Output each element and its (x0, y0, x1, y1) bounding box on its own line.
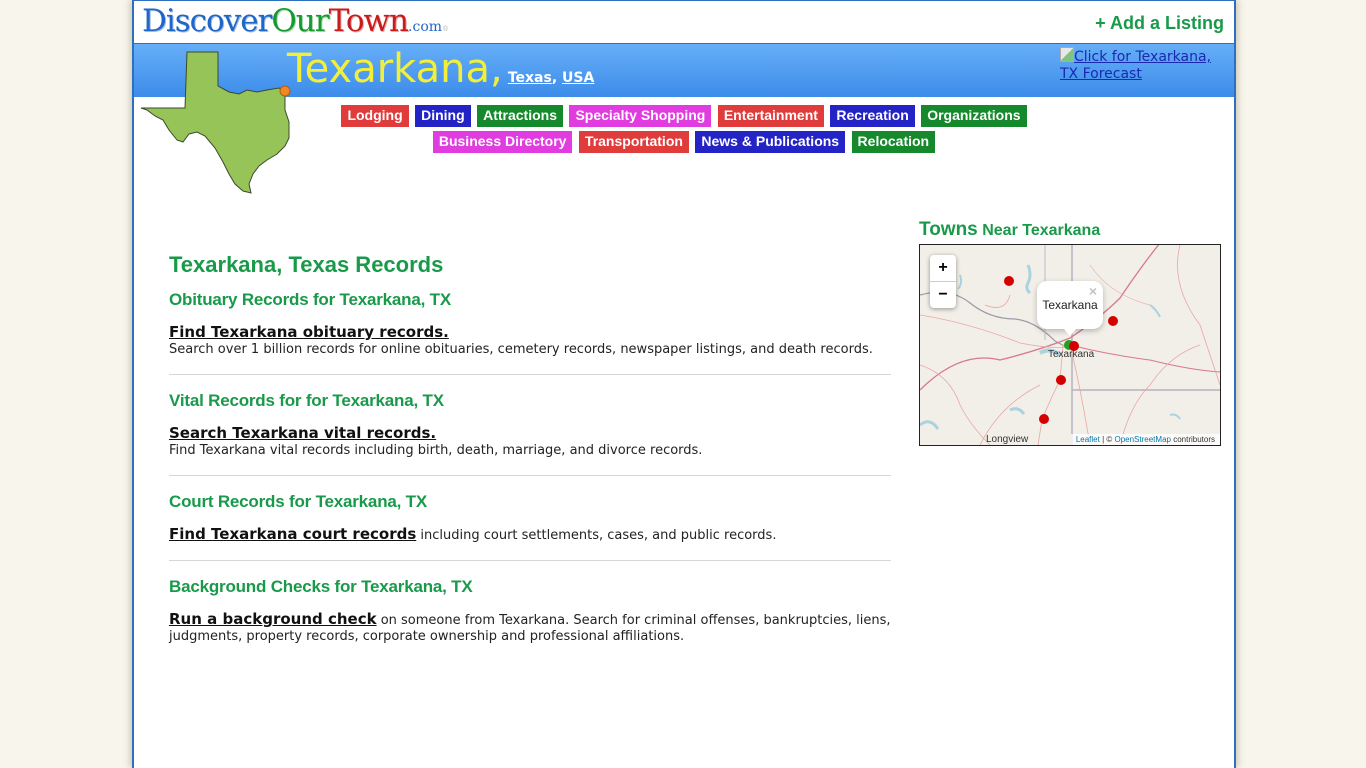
nav-business-directory[interactable]: Business Directory (432, 131, 573, 153)
nav-attractions[interactable]: Attractions (477, 105, 563, 127)
texas-outline (140, 51, 290, 194)
map-road (1177, 245, 1220, 386)
page-container: DiscoverOurTown.com® + Add a Listing Tex… (132, 0, 1236, 768)
records-section-obituary: Obituary Records for Texarkana, TX Find … (169, 290, 891, 374)
logo-our: Our (271, 3, 329, 39)
city-title: Texarkana, Texas, USA (287, 46, 595, 92)
court-records-link[interactable]: Find Texarkana court records (169, 525, 416, 543)
section-description: including court settlements, cases, and … (416, 528, 777, 543)
section-heading: Obituary Records for Texarkana, TX (169, 290, 451, 309)
page-title: Texarkana, Texas Records (169, 252, 444, 277)
attribution-tail: contributors (1170, 435, 1215, 444)
zoom-in-button[interactable]: + (930, 255, 956, 281)
map-lake (1025, 264, 1032, 295)
town-marker[interactable] (1039, 414, 1049, 424)
section-heading: Court Records for Texarkana, TX (169, 492, 427, 511)
nearby-towns-map[interactable]: + − × Texarkana Texarkana Longview Leafl… (919, 244, 1221, 446)
map-lake (1009, 407, 1026, 415)
map-road (920, 364, 991, 445)
texas-state-map (140, 51, 291, 194)
nearby-towns-panel: Towns Near Texarkana + − × Texarkana Tex… (919, 218, 1221, 446)
map-road (1069, 344, 1091, 445)
heading-near: Near Texarkana (977, 222, 1101, 239)
nav-lodging[interactable]: Lodging (341, 105, 409, 127)
country-link[interactable]: USA (562, 70, 594, 86)
nav-relocation[interactable]: Relocation (851, 131, 936, 153)
state-link[interactable]: Texas (508, 70, 552, 86)
nav-transportation[interactable]: Transportation (578, 131, 689, 153)
category-nav: Lodging Dining Attractions Specialty Sho… (334, 105, 1034, 157)
top-bar: DiscoverOurTown.com® + Add a Listing (134, 0, 1234, 44)
forecast-link[interactable]: Click for Texarkana, TX Forecast (1060, 47, 1212, 82)
records-content: Texarkana, Texas Records Obituary Record… (169, 252, 891, 661)
map-lake (920, 420, 940, 430)
obituary-records-link[interactable]: Find Texarkana obituary records. (169, 323, 449, 341)
map-attribution: Leaflet | © OpenStreetMap contributors (1070, 434, 1220, 445)
nav-row-2: Business Directory Transportation News &… (334, 131, 1034, 153)
nearby-towns-heading: Towns Near Texarkana (919, 218, 1221, 241)
forecast-widget[interactable]: Click for Texarkana, TX Forecast (1060, 47, 1230, 83)
map-road (1119, 344, 1201, 445)
map-lake (1169, 413, 1181, 420)
nav-specialty-shopping[interactable]: Specialty Shopping (569, 105, 712, 127)
heading-towns: Towns (919, 219, 978, 240)
records-section-vital: Vital Records for for Texarkana, TX Sear… (169, 374, 891, 475)
osm-link[interactable]: OpenStreetMap (1114, 435, 1170, 444)
map-road (984, 294, 1011, 308)
attribution-separator: | © (1099, 435, 1115, 444)
logo-com: .com (408, 19, 443, 35)
city-comma: , (490, 46, 503, 92)
section-description: Find Texarkana vital records including b… (169, 443, 703, 458)
leaflet-link[interactable]: Leaflet (1076, 435, 1100, 444)
map-lake (957, 274, 963, 290)
add-listing-link[interactable]: + Add a Listing (1095, 13, 1224, 34)
forecast-link-text: Click for Texarkana, TX Forecast (1060, 49, 1212, 82)
map-lake (1149, 304, 1161, 318)
logo-town: Town (328, 3, 409, 39)
background-check-link[interactable]: Run a background check (169, 610, 377, 628)
records-section-court: Court Records for Texarkana, TX Find Tex… (169, 475, 891, 560)
town-marker[interactable] (1056, 375, 1066, 385)
nav-dining[interactable]: Dining (415, 105, 471, 127)
records-section-background: Background Checks for Texarkana, TX Run … (169, 560, 891, 661)
map-city-label: Texarkana (1048, 349, 1095, 360)
nav-organizations[interactable]: Organizations (921, 105, 1027, 127)
town-marker[interactable] (1108, 316, 1118, 326)
site-logo[interactable]: DiscoverOurTown.com® (142, 3, 449, 39)
popup-close-icon[interactable]: × (1089, 283, 1097, 299)
logo-discover: Discover (142, 3, 272, 39)
section-description: Search over 1 billion records for online… (169, 342, 873, 357)
nav-news-publications[interactable]: News & Publications (695, 131, 846, 153)
town-marker[interactable] (1004, 276, 1014, 286)
section-heading: Background Checks for Texarkana, TX (169, 577, 473, 596)
city-name: Texarkana (287, 46, 491, 92)
map-road (1037, 344, 1064, 445)
popup-text: Texarkana (1042, 298, 1098, 312)
map-tiles[interactable] (920, 245, 1220, 445)
city-location-dot (279, 85, 291, 97)
logo-registered: ® (442, 25, 450, 33)
section-heading: Vital Records for for Texarkana, TX (169, 391, 444, 410)
vital-records-link[interactable]: Search Texarkana vital records. (169, 424, 436, 442)
broken-image-icon (1060, 47, 1074, 62)
map-popup: × Texarkana (1037, 281, 1103, 336)
zoom-out-button[interactable]: − (930, 281, 956, 308)
nav-entertainment[interactable]: Entertainment (717, 105, 824, 127)
map-zoom-control: + − (930, 255, 956, 308)
map-longview-label: Longview (986, 434, 1029, 445)
nav-row-1: Lodging Dining Attractions Specialty Sho… (334, 105, 1034, 127)
city-banner: Texarkana, Texas, USA Click for Texarkan… (134, 43, 1234, 97)
nav-recreation[interactable]: Recreation (830, 105, 915, 127)
